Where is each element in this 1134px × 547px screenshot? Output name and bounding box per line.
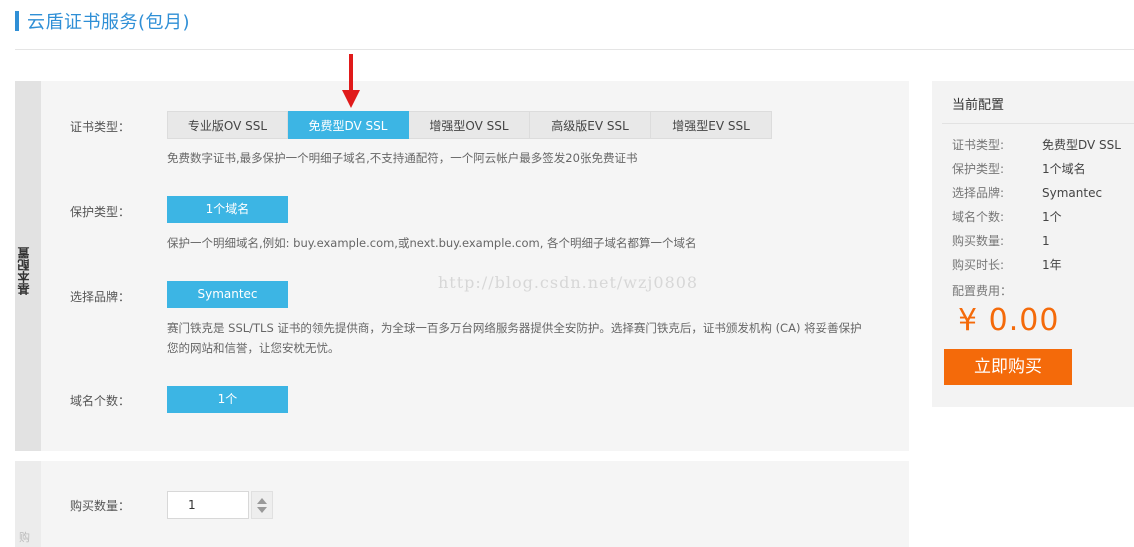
current-config-summary: 当前配置 证书类型: 免费型DV SSL 保护类型: 1个域名 选择品牌: Syman… (932, 81, 1134, 407)
summary-value: 1个域名 (1042, 162, 1086, 176)
brand-hint-line1: 赛门铁克是 SSL/TLS 证书的领先提供商，为全球一百多万台网络服务器提供全安… (167, 321, 862, 335)
basic-config-panel: 基本配置 证书类型： 专业版OV SSL 免费型DV SSL 增强型OV SSL… (15, 81, 909, 451)
purchase-side-label: 购 (19, 531, 30, 544)
summary-row: 选择品牌: Symantec (952, 184, 1132, 201)
buy-now-button[interactable]: 立即购买 (944, 349, 1072, 385)
quantity-input[interactable]: 1 (167, 491, 249, 519)
summary-value: 1年 (1042, 258, 1062, 272)
summary-value: 1个 (1042, 210, 1062, 224)
summary-value: 免费型DV SSL (1042, 138, 1121, 152)
fee-label: 配置费用： (952, 284, 1013, 298)
summary-key: 保护类型: (952, 162, 1005, 176)
summary-row: 保护类型: 1个域名 (952, 160, 1132, 177)
summary-key: 购买时长: (952, 258, 1005, 272)
config-side-label: 基本配置 (17, 247, 31, 295)
summary-row: 购买数量: 1 (952, 232, 1132, 249)
summary-title: 当前配置 (952, 98, 1005, 113)
red-arrow-icon (342, 54, 360, 108)
stepper-up-icon[interactable] (257, 498, 267, 504)
summary-value: Symantec (1042, 186, 1103, 200)
page-header: 云盾证书服务(包月) (15, 10, 191, 33)
summary-row: 购买时长: 1年 (952, 256, 1132, 273)
summary-row: 域名个数: 1个 (952, 208, 1132, 225)
summary-value: 1 (1042, 234, 1050, 248)
header-divider (15, 49, 1134, 50)
brand-hint-line2: 您的网站和信誉，让您安枕无忧。 (167, 341, 340, 355)
stepper-down-icon[interactable] (257, 507, 267, 513)
quantity-label: 购买数量： (70, 499, 131, 513)
summary-key: 域名个数: (952, 210, 1005, 224)
price-value: ¥ 0.00 (958, 303, 1060, 338)
protect-type-hint: 保护一个明细域名,例如: buy.example.com,或next.buy.e… (167, 236, 697, 250)
watermark-text: http://blog.csdn.net/wzj0808 (438, 273, 699, 292)
domain-count-label: 域名个数： (70, 394, 131, 408)
cert-type-option-pro-ov[interactable]: 专业版OV SSL (167, 111, 288, 139)
summary-row: 证书类型: 免费型DV SSL (952, 136, 1132, 153)
summary-key: 证书类型: (952, 138, 1005, 152)
domain-count-option-one[interactable]: 1个 (167, 386, 288, 413)
page: 云盾证书服务(包月) 基本配置 证书类型： 专业版OV SSL 免费型DV SS… (0, 0, 1134, 547)
page-title: 云盾证书服务(包月) (27, 12, 191, 33)
cert-type-options: 专业版OV SSL 免费型DV SSL 增强型OV SSL 高级版EV SSL … (167, 111, 772, 139)
protect-type-option-one-domain[interactable]: 1个域名 (167, 196, 288, 223)
brand-label: 选择品牌： (70, 290, 131, 304)
cert-type-hint: 免费数字证书,最多保护一个明细子域名,不支持通配符，一个阿云帐户最多签发20张免… (167, 151, 638, 165)
brand-option-symantec[interactable]: Symantec (167, 281, 288, 308)
config-side-tab: 基本配置 (15, 81, 41, 451)
protect-type-label: 保护类型： (70, 205, 131, 219)
summary-divider (942, 123, 1134, 124)
purchase-side-tab: 购 (15, 461, 41, 547)
summary-key: 购买数量: (952, 234, 1005, 248)
title-accent-bar (15, 11, 19, 31)
cert-type-option-enhanced-ev[interactable]: 增强型EV SSL (651, 111, 772, 139)
cert-type-option-advanced-ev[interactable]: 高级版EV SSL (530, 111, 651, 139)
quantity-stepper[interactable] (251, 491, 273, 519)
summary-key: 选择品牌: (952, 186, 1005, 200)
purchase-panel: 购 购买数量： 1 (15, 461, 909, 547)
cert-type-label: 证书类型： (70, 120, 131, 134)
cert-type-option-enhanced-ov[interactable]: 增强型OV SSL (409, 111, 530, 139)
cert-type-option-free-dv[interactable]: 免费型DV SSL (288, 111, 409, 139)
